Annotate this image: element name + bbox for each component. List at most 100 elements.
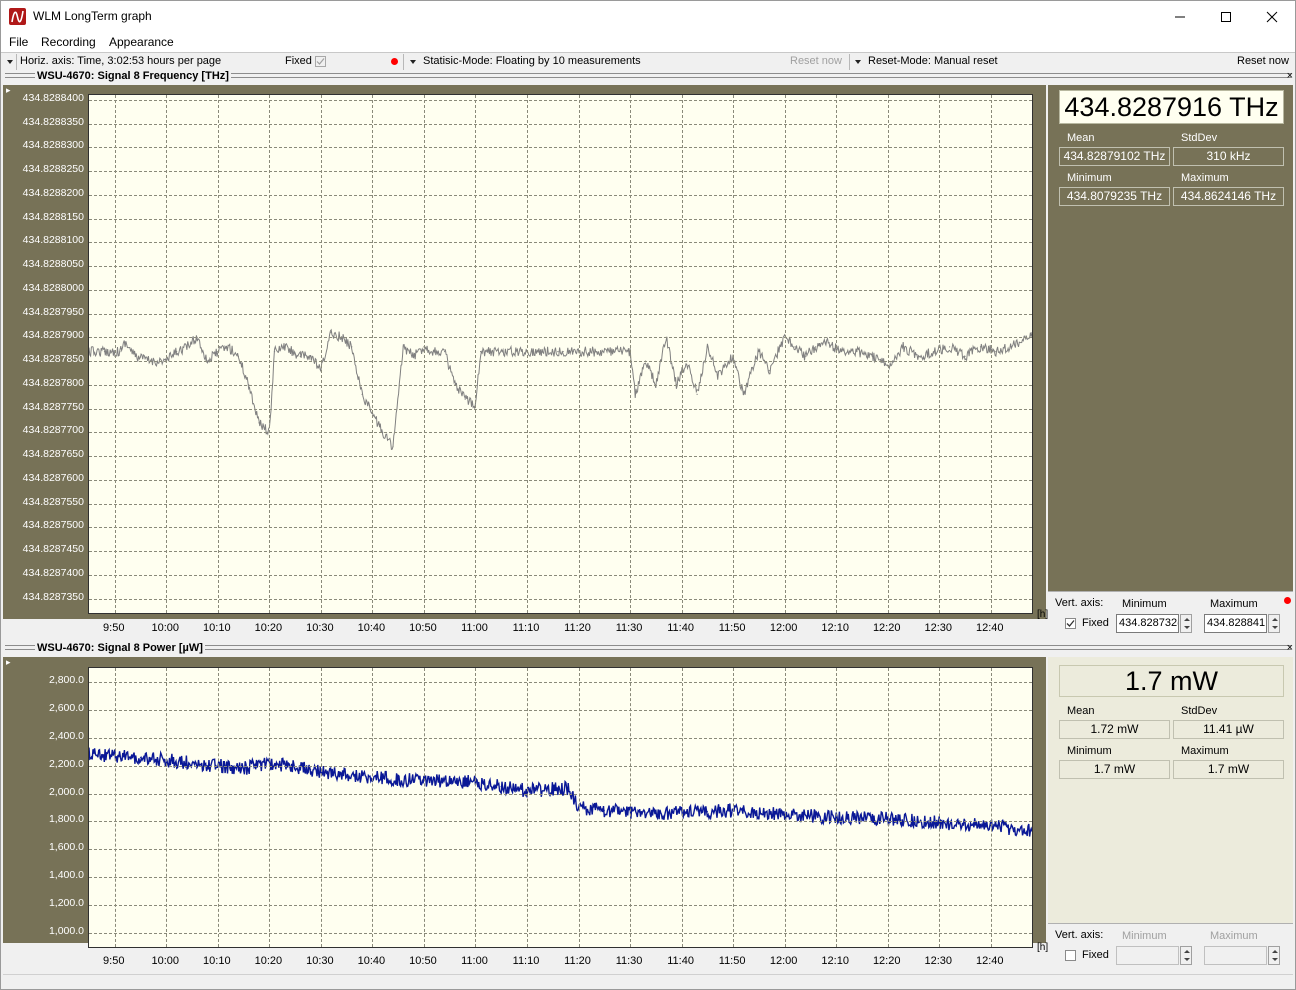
y-tick-label: 434.8287750 <box>22 400 84 413</box>
grid-line <box>89 849 1032 851</box>
close-button[interactable] <box>1249 1 1295 32</box>
horiz-axis-label[interactable]: Horiz. axis: Time, 3:02:53 hours per pag… <box>20 55 221 67</box>
reset-now-button-disabled[interactable]: Reset now <box>790 55 842 67</box>
grid-line <box>423 95 425 613</box>
data-point <box>634 393 636 395</box>
menu-recording[interactable]: Recording <box>41 35 96 49</box>
vert-axis-fixed-label: Fixed <box>1082 617 1109 629</box>
power-plot-area[interactable] <box>88 667 1033 948</box>
maximize-button[interactable] <box>1203 1 1249 32</box>
max-spinner[interactable] <box>1268 614 1280 633</box>
min-spinner[interactable] <box>1180 946 1192 965</box>
power-vert-axis-panel: Vert. axis: Minimum Maximum Fixed <box>1048 923 1293 971</box>
data-point <box>572 351 574 353</box>
data-point <box>825 341 827 343</box>
menu-file[interactable]: File <box>9 35 28 49</box>
minimum-label: Minimum <box>1067 745 1112 757</box>
x-tick-label: 10:10 <box>203 622 231 634</box>
y-tick-label: 434.8287700 <box>22 424 84 437</box>
x-tick-label: 11:50 <box>718 622 746 634</box>
max-spinner[interactable] <box>1268 946 1280 965</box>
x-tick-label: 11:40 <box>667 622 694 634</box>
power-min-value: 1.7 mW <box>1059 760 1170 779</box>
data-point <box>258 422 260 424</box>
horiz-axis-dropdown-icon[interactable] <box>7 60 13 64</box>
grid-line <box>89 877 1032 879</box>
grid-line <box>89 598 1032 600</box>
data-point <box>392 446 394 448</box>
grid-line <box>89 737 1032 739</box>
frequency-stddev-value: 310 kHz <box>1173 147 1284 166</box>
data-point <box>840 351 842 353</box>
y-tick-label: 434.8288150 <box>22 210 84 223</box>
x-tick-label: 10:00 <box>151 622 180 634</box>
power-x-axis: 9:50 10:00 10:10 10:20 10:30 10:40 10:50 11:00 1… <box>3 942 1048 972</box>
x-tick-label: 11:50 <box>718 955 746 967</box>
grid-line <box>89 709 1032 711</box>
title-bar: WLM LongTerm graph <box>1 1 1295 32</box>
data-point <box>567 787 569 789</box>
statistic-mode-label[interactable]: Statisic-Mode: Floating by 10 measuremen… <box>423 55 641 67</box>
data-point <box>856 351 858 353</box>
menu-appearance[interactable]: Appearance <box>109 35 174 49</box>
grid-line <box>89 242 1032 244</box>
grid-line <box>89 147 1032 149</box>
app-logo-icon <box>9 8 26 25</box>
data-point <box>119 351 121 353</box>
x-tick-label: 12:00 <box>769 955 798 967</box>
reset-mode-dropdown-icon[interactable] <box>855 60 861 64</box>
y-tick-label: 2,000.0 <box>48 785 84 798</box>
minimize-button[interactable] <box>1157 1 1203 32</box>
close-icon[interactable]: × <box>1287 70 1293 82</box>
data-point <box>186 346 188 348</box>
vert-axis-min-input[interactable] <box>1116 946 1179 965</box>
data-point <box>397 779 399 781</box>
statistic-mode-dropdown-icon[interactable] <box>410 60 416 64</box>
vert-axis-max-input[interactable] <box>1204 946 1267 965</box>
grid-line <box>527 95 528 613</box>
fixed-checkbox[interactable] <box>315 56 326 67</box>
min-spinner[interactable] <box>1180 614 1192 633</box>
close-icon[interactable]: × <box>1287 642 1293 654</box>
x-tick-label: 11:00 <box>461 955 488 967</box>
minimum-label: Minimum <box>1067 172 1112 184</box>
grid-line <box>89 456 1032 458</box>
reset-now-button[interactable]: Reset now <box>1237 55 1289 67</box>
grid-line <box>89 99 1032 101</box>
y-tick-label: 434.8287800 <box>22 376 84 389</box>
vert-axis-label: Vert. axis: <box>1055 597 1104 609</box>
vert-axis-fixed-checkbox[interactable] <box>1065 950 1076 961</box>
horizontal-scrollbar[interactable] <box>3 974 1293 986</box>
data-point <box>500 786 502 788</box>
frequency-mean-value: 434.82879102 THz <box>1059 147 1170 166</box>
maximum-label: Maximum <box>1181 745 1229 757</box>
frequency-x-unit: [h] <box>1037 609 1049 620</box>
window-title: WLM LongTerm graph <box>33 9 152 23</box>
y-tick-label: 434.8288400 <box>22 91 84 104</box>
mean-label: Mean <box>1067 132 1095 144</box>
expand-arrow-icon[interactable]: ▸ <box>6 657 11 668</box>
vert-axis-fixed-checkbox[interactable] <box>1065 618 1076 629</box>
stddev-label: StdDev <box>1181 705 1218 717</box>
grid-line <box>166 95 168 613</box>
vert-axis-max-label: Maximum <box>1210 930 1258 942</box>
x-tick-label: 10:30 <box>306 955 334 967</box>
frequency-current-value: 434.8287916 THz <box>1059 90 1284 124</box>
data-point <box>449 780 451 782</box>
vert-axis-max-input[interactable]: 434.828841 <box>1204 614 1267 633</box>
data-point <box>949 346 951 348</box>
frequency-plot-area[interactable] <box>88 94 1033 614</box>
y-tick-label: 434.8288100 <box>22 234 84 247</box>
data-point <box>758 351 760 353</box>
data-point <box>655 812 657 814</box>
x-tick-label: 11:30 <box>615 955 643 967</box>
grid-line <box>630 95 632 613</box>
vert-axis-min-input[interactable]: 434.828732( <box>1116 614 1179 633</box>
grid-line <box>89 551 1032 553</box>
grid-line <box>89 681 1032 683</box>
power-stddev-value: 11.41 µW <box>1173 720 1284 739</box>
grid-line <box>887 95 889 613</box>
reset-mode-label[interactable]: Reset-Mode: Manual reset <box>868 55 998 67</box>
x-tick-label: 12:30 <box>924 622 952 634</box>
x-tick-label: 10:50 <box>409 622 437 634</box>
